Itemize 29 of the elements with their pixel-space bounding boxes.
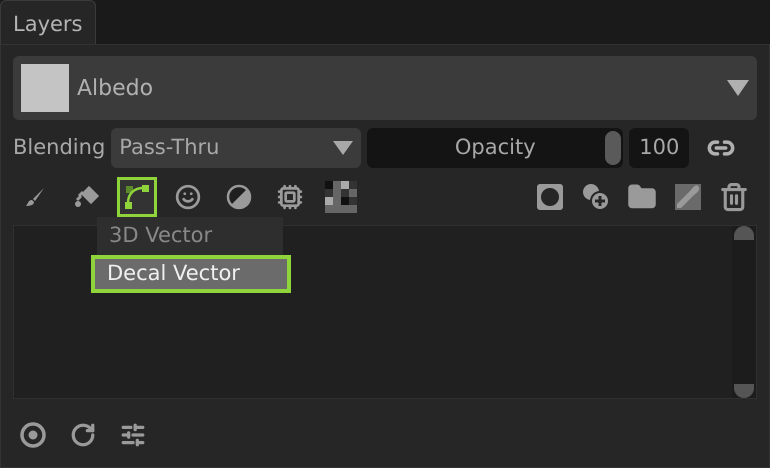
target-icon: [19, 421, 47, 449]
slider-thumb[interactable]: [605, 131, 622, 165]
eyedropper-icon: [674, 183, 702, 211]
dropdown-arrow-icon: [727, 80, 749, 96]
opacity-slider[interactable]: Opacity: [367, 128, 624, 168]
chip-icon: [277, 184, 303, 210]
material-dropdown[interactable]: Albedo: [13, 56, 757, 120]
add-layer-icon: [581, 182, 611, 212]
mask-icon: [536, 183, 564, 211]
trash-icon: [719, 182, 749, 212]
smiley-icon: [175, 184, 201, 210]
tool-button[interactable]: [117, 177, 157, 217]
sliders-icon: [120, 422, 146, 448]
menu-item[interactable]: 3D Vector: [97, 217, 283, 255]
blending-dropdown[interactable]: Pass-Thru: [111, 128, 362, 168]
blending-label: Blending: [13, 134, 106, 162]
paint-bucket-icon: [73, 186, 99, 208]
bezier-curve-icon: [122, 182, 152, 212]
menu-item[interactable]: Decal Vector: [91, 255, 291, 293]
scrollbar[interactable]: [732, 226, 756, 398]
checker-icon: [325, 181, 357, 213]
refresh-icon: [70, 422, 96, 448]
color-swatch: [21, 64, 69, 112]
material-name: Albedo: [77, 74, 154, 102]
opacity-value-field[interactable]: 100: [629, 128, 690, 168]
layers-tab[interactable]: Layers: [0, 0, 96, 44]
dropdown-arrow-icon: [333, 141, 354, 155]
opacity-label: Opacity: [454, 134, 536, 162]
contrast-icon: [226, 184, 252, 210]
